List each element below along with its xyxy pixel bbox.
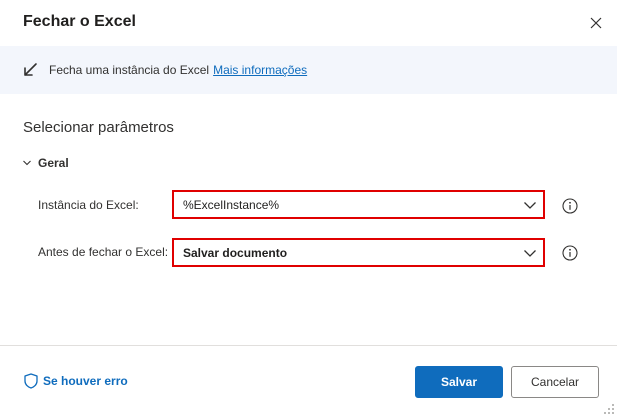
chevron-down-icon	[523, 198, 537, 212]
on-error-link[interactable]: Se houver erro	[24, 373, 128, 389]
dialog-title: Fechar o Excel	[23, 13, 136, 30]
before-close-label: Antes de fechar o Excel:	[38, 245, 169, 259]
info-circle-icon[interactable]	[562, 198, 578, 214]
before-close-value: Salvar documento	[183, 245, 288, 260]
info-text: Fecha uma instância do Excel	[49, 63, 210, 77]
cancel-button[interactable]: Cancelar	[511, 366, 599, 398]
info-bar: Fecha uma instância do Excel Mais inform…	[0, 46, 617, 94]
dialog-header: Fechar o Excel	[0, 0, 617, 46]
section-title: Selecionar parâmetros	[23, 119, 174, 136]
chevron-down-icon	[22, 158, 32, 168]
close-icon	[590, 17, 602, 29]
resize-grip-icon[interactable]	[603, 403, 615, 415]
save-button[interactable]: Salvar	[415, 366, 503, 398]
excel-instance-dropdown[interactable]: %ExcelInstance%	[172, 190, 545, 219]
excel-instance-label: Instância do Excel:	[38, 198, 139, 212]
before-close-dropdown[interactable]: Salvar documento	[172, 238, 545, 267]
arrow-diagonal-icon	[22, 62, 38, 78]
more-info-link[interactable]: Mais informações	[213, 63, 307, 77]
shield-icon	[24, 373, 38, 389]
group-toggle-general[interactable]: Geral	[22, 156, 69, 170]
close-button[interactable]	[585, 12, 607, 34]
group-label: Geral	[38, 156, 69, 170]
info-circle-icon[interactable]	[562, 245, 578, 261]
chevron-down-icon	[523, 246, 537, 260]
on-error-label: Se houver erro	[43, 374, 128, 388]
excel-instance-value: %ExcelInstance%	[183, 197, 280, 212]
